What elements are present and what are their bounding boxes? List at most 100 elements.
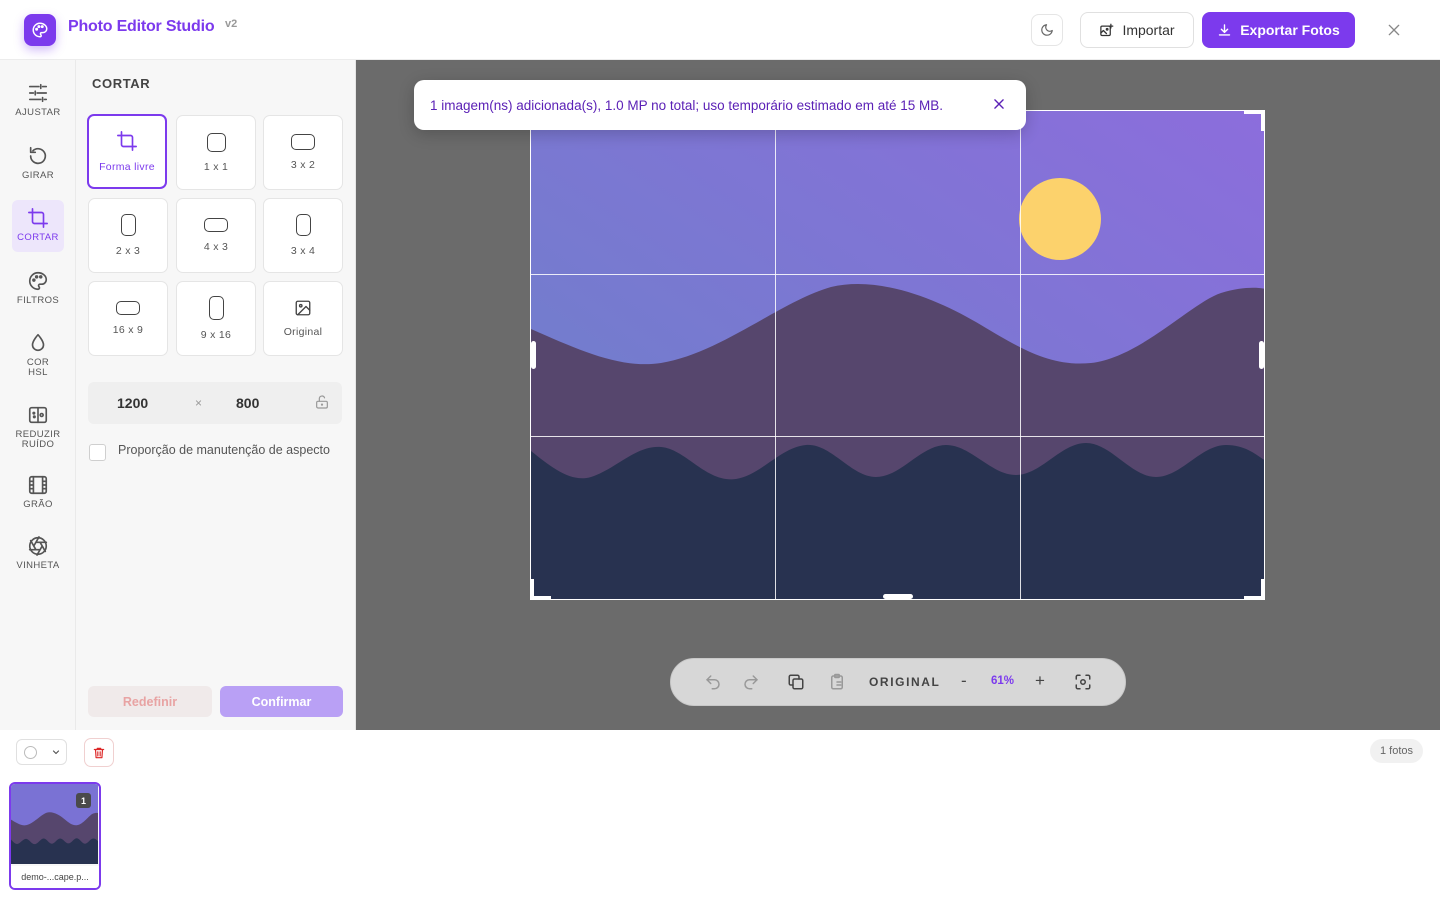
crop-grid-line	[531, 274, 1264, 275]
ratio-label: Forma livre	[99, 161, 155, 173]
copy-button[interactable]	[787, 673, 805, 691]
canvas-toolbar: ORIGINAL - 61% +	[670, 658, 1126, 706]
close-icon	[1388, 24, 1400, 36]
ratio-16x9[interactable]: 16 x 9	[88, 281, 168, 356]
palette-icon	[32, 22, 48, 38]
theme-toggle-button[interactable]	[1031, 14, 1063, 46]
image-plus-icon	[1100, 23, 1114, 36]
copy-icon	[788, 674, 804, 690]
crop-grid-line	[775, 111, 776, 599]
undo-button[interactable]	[704, 673, 722, 691]
paste-button[interactable]	[828, 673, 846, 691]
app-title: Photo Editor Studio	[68, 18, 215, 35]
tool-label: FILTROS	[16, 295, 60, 306]
ratio-2x3[interactable]: 2 x 3	[88, 198, 168, 273]
close-editor-button[interactable]	[1382, 18, 1406, 42]
image-icon	[295, 300, 311, 316]
panel-title: CORTAR	[92, 76, 151, 91]
landscape-shape-icon	[291, 134, 315, 150]
tool-label: CORTAR	[17, 232, 59, 243]
ratio-label: 3 x 4	[290, 245, 316, 257]
app-logo	[24, 14, 56, 46]
select-all-dropdown[interactable]	[16, 739, 67, 765]
ratio-9x16[interactable]: 9 x 16	[176, 281, 256, 356]
noise-icon	[28, 406, 48, 424]
ratio-3x2[interactable]: 3 x 2	[263, 115, 343, 190]
zoom-level: 61%	[991, 675, 1015, 687]
photo-preview[interactable]	[530, 110, 1265, 600]
crop-corner-bottom-left[interactable]	[531, 579, 551, 599]
keep-aspect-checkbox[interactable]	[89, 444, 106, 461]
tool-cor-hsl[interactable]: COR HSL	[12, 332, 64, 388]
tool-label: COR HSL	[26, 357, 50, 378]
thumbnail-filename: demo-...cape.p...	[11, 866, 99, 888]
times-symbol: ×	[195, 396, 203, 410]
ratio-original[interactable]: Original	[263, 281, 343, 356]
ratio-label: 9 x 16	[200, 329, 232, 341]
photo-thumbnail[interactable]: 1 demo-...cape.p...	[9, 782, 101, 890]
app-header: Photo Editor Studio v2 Importar Exportar…	[0, 0, 1440, 60]
zoom-out-button[interactable]: -	[961, 671, 967, 691]
export-label: Exportar Fotos	[1240, 22, 1340, 38]
tool-girar[interactable]: GIRAR	[12, 145, 64, 189]
export-button[interactable]: Exportar Fotos	[1202, 12, 1355, 48]
landscape-shape-icon	[116, 301, 140, 315]
app-version: v2	[225, 18, 238, 30]
reset-button[interactable]: Redefinir	[88, 686, 212, 717]
ratio-label: 3 x 2	[290, 159, 316, 171]
ratio-freeform[interactable]: Forma livre	[87, 114, 167, 189]
tool-label: AJUSTAR	[15, 107, 61, 118]
crop-handle-left[interactable]	[531, 341, 536, 369]
ratio-4x3[interactable]: 4 x 3	[176, 198, 256, 273]
tool-vinheta[interactable]: VINHETA	[12, 535, 64, 579]
width-input[interactable]: 1200	[117, 395, 148, 411]
crop-corner-top-right[interactable]	[1244, 111, 1264, 131]
tool-ajustar[interactable]: AJUSTAR	[12, 82, 64, 126]
chevron-down-icon	[52, 750, 60, 755]
rotate-icon	[29, 146, 47, 165]
focus-icon	[1075, 674, 1091, 690]
select-circle-icon	[24, 746, 37, 759]
crop-handle-right[interactable]	[1259, 341, 1264, 369]
crop-corner-bottom-right[interactable]	[1244, 579, 1264, 599]
unlock-icon[interactable]	[314, 394, 330, 410]
close-icon[interactable]	[992, 97, 1006, 111]
original-button[interactable]: ORIGINAL	[869, 675, 940, 689]
tool-label: REDUZIR RUÍDO	[15, 429, 61, 450]
tool-label: GRÃO	[23, 499, 53, 510]
fit-screen-button[interactable]	[1074, 673, 1092, 691]
tool-cortar[interactable]: CORTAR	[12, 200, 64, 252]
ratio-label: 4 x 3	[203, 241, 229, 253]
ratio-1x1[interactable]: 1 x 1	[176, 115, 256, 190]
sliders-icon	[28, 83, 48, 103]
sun	[1019, 178, 1101, 260]
tool-filtros[interactable]: FILTROS	[12, 270, 64, 314]
ratio-label: 16 x 9	[112, 324, 144, 336]
redo-button[interactable]	[742, 673, 760, 691]
import-button[interactable]: Importar	[1080, 12, 1194, 48]
square-shape-icon	[206, 132, 226, 152]
tool-label: VINHETA	[16, 560, 60, 571]
notification-toast: 1 imagem(ns) adicionada(s), 1.0 MP no to…	[414, 80, 1026, 130]
ratio-3x4[interactable]: 3 x 4	[263, 198, 343, 273]
confirm-button[interactable]: Confirmar	[220, 686, 343, 717]
undo-icon	[706, 675, 720, 690]
palette-icon	[29, 271, 48, 291]
crop-grid-line	[531, 436, 1264, 437]
delete-button[interactable]	[84, 738, 114, 767]
keep-aspect-label: Proporção de manutenção de aspecto	[118, 443, 330, 457]
tool-grao[interactable]: GRÃO	[12, 474, 64, 518]
height-input[interactable]: 800	[236, 395, 259, 411]
portrait-shape-icon	[120, 214, 136, 236]
crop-grid-line	[1020, 111, 1021, 599]
film-icon	[28, 475, 48, 495]
landscape-shape-icon	[204, 218, 228, 232]
tool-reduzir-ruido[interactable]: REDUZIR RUÍDO	[12, 404, 64, 460]
crop-icon	[117, 131, 137, 151]
crop-handle-bottom[interactable]	[883, 594, 913, 599]
portrait-shape-icon	[295, 214, 311, 236]
portrait-shape-icon	[208, 296, 224, 320]
ratio-label: 1 x 1	[203, 160, 229, 173]
zoom-in-button[interactable]: +	[1035, 671, 1045, 691]
redo-icon	[744, 675, 758, 690]
